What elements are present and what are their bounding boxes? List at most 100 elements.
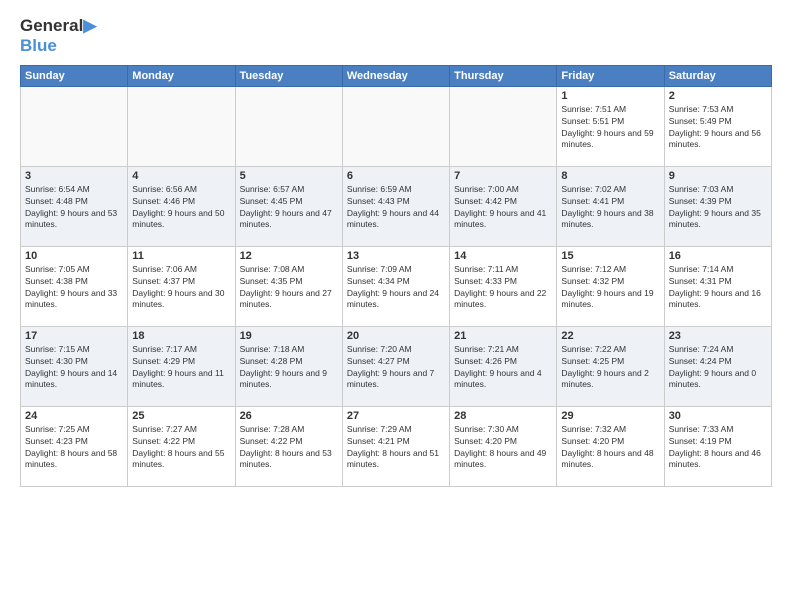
calendar-cell: 30 Sunrise: 7:33 AM Sunset: 4:19 PM Dayli… — [664, 406, 771, 486]
calendar-week-3: 10 Sunrise: 7:05 AM Sunset: 4:38 PM Dayli… — [21, 246, 772, 326]
calendar-cell: 11 Sunrise: 7:06 AM Sunset: 4:37 PM Dayli… — [128, 246, 235, 326]
day-number: 29 — [561, 410, 659, 422]
calendar-cell: 17 Sunrise: 7:15 AM Sunset: 4:30 PM Dayli… — [21, 326, 128, 406]
day-info: Sunrise: 7:17 AM Sunset: 4:29 PM Dayligh… — [132, 344, 230, 392]
day-number: 20 — [347, 330, 445, 342]
day-info: Sunrise: 7:09 AM Sunset: 4:34 PM Dayligh… — [347, 264, 445, 312]
logo-blue: Blue — [20, 36, 96, 56]
calendar-cell: 9 Sunrise: 7:03 AM Sunset: 4:39 PM Daylig… — [664, 166, 771, 246]
day-info: Sunrise: 7:05 AM Sunset: 4:38 PM Dayligh… — [25, 264, 123, 312]
day-info: Sunrise: 7:28 AM Sunset: 4:22 PM Dayligh… — [240, 424, 338, 472]
calendar-cell: 24Sunrise: 7:25 AM Sunset: 4:23 PM Dayli… — [21, 406, 128, 486]
day-info: Sunrise: 7:06 AM Sunset: 4:37 PM Dayligh… — [132, 264, 230, 312]
day-number: 19 — [240, 330, 338, 342]
day-info: Sunrise: 7:14 AM Sunset: 4:31 PM Dayligh… — [669, 264, 767, 312]
calendar-cell: 21 Sunrise: 7:21 AM Sunset: 4:26 PM Dayli… — [450, 326, 557, 406]
calendar-cell: 5 Sunrise: 6:57 AM Sunset: 4:45 PM Daylig… — [235, 166, 342, 246]
day-number: 7 — [454, 170, 552, 182]
calendar-cell: 8Sunrise: 7:02 AM Sunset: 4:41 PM Daylig… — [557, 166, 664, 246]
day-info: Sunrise: 6:57 AM Sunset: 4:45 PM Dayligh… — [240, 184, 338, 232]
day-info: Sunrise: 7:25 AM Sunset: 4:23 PM Dayligh… — [25, 424, 123, 472]
calendar-week-1: 1Sunrise: 7:51 AM Sunset: 5:51 PM Daylig… — [21, 86, 772, 166]
calendar-cell: 26 Sunrise: 7:28 AM Sunset: 4:22 PM Dayli… — [235, 406, 342, 486]
day-info: Sunrise: 6:54 AM Sunset: 4:48 PM Dayligh… — [25, 184, 123, 232]
day-number: 9 — [669, 170, 767, 182]
calendar-cell: 19 Sunrise: 7:18 AM Sunset: 4:28 PM Dayli… — [235, 326, 342, 406]
calendar-cell: 25 Sunrise: 7:27 AM Sunset: 4:22 PM Dayli… — [128, 406, 235, 486]
calendar-cell — [235, 86, 342, 166]
day-number: 4 — [132, 170, 230, 182]
day-number: 22 — [561, 330, 659, 342]
day-number: 13 — [347, 250, 445, 262]
day-number: 1 — [561, 90, 659, 102]
calendar-cell — [21, 86, 128, 166]
day-number: 2 — [669, 90, 767, 102]
logo: General▶ Blue — [20, 16, 96, 57]
day-number: 12 — [240, 250, 338, 262]
day-info: Sunrise: 6:59 AM Sunset: 4:43 PM Dayligh… — [347, 184, 445, 232]
calendar-body: 1Sunrise: 7:51 AM Sunset: 5:51 PM Daylig… — [21, 86, 772, 486]
day-info: Sunrise: 7:53 AM Sunset: 5:49 PM Dayligh… — [669, 104, 767, 152]
calendar-header-monday: Monday — [128, 65, 235, 86]
day-number: 14 — [454, 250, 552, 262]
day-info: Sunrise: 7:27 AM Sunset: 4:22 PM Dayligh… — [132, 424, 230, 472]
day-number: 30 — [669, 410, 767, 422]
calendar-cell: 29 Sunrise: 7:32 AM Sunset: 4:20 PM Dayli… — [557, 406, 664, 486]
day-number: 26 — [240, 410, 338, 422]
calendar-cell: 15 Sunrise: 7:12 AM Sunset: 4:32 PM Dayli… — [557, 246, 664, 326]
calendar-cell: 14 Sunrise: 7:11 AM Sunset: 4:33 PM Dayli… — [450, 246, 557, 326]
calendar-cell: 12 Sunrise: 7:08 AM Sunset: 4:35 PM Dayli… — [235, 246, 342, 326]
calendar-cell: 23Sunrise: 7:24 AM Sunset: 4:24 PM Dayli… — [664, 326, 771, 406]
day-number: 6 — [347, 170, 445, 182]
day-number: 27 — [347, 410, 445, 422]
day-info: Sunrise: 7:21 AM Sunset: 4:26 PM Dayligh… — [454, 344, 552, 392]
day-info: Sunrise: 7:03 AM Sunset: 4:39 PM Dayligh… — [669, 184, 767, 232]
day-info: Sunrise: 7:08 AM Sunset: 4:35 PM Dayligh… — [240, 264, 338, 312]
calendar-header-friday: Friday — [557, 65, 664, 86]
calendar-header-saturday: Saturday — [664, 65, 771, 86]
calendar-header-tuesday: Tuesday — [235, 65, 342, 86]
day-info: Sunrise: 7:18 AM Sunset: 4:28 PM Dayligh… — [240, 344, 338, 392]
day-number: 21 — [454, 330, 552, 342]
day-number: 3 — [25, 170, 123, 182]
calendar-cell: 22Sunrise: 7:22 AM Sunset: 4:25 PM Dayli… — [557, 326, 664, 406]
calendar: SundayMondayTuesdayWednesdayThursdayFrid… — [20, 65, 772, 487]
day-info: Sunrise: 7:32 AM Sunset: 4:20 PM Dayligh… — [561, 424, 659, 472]
day-info: Sunrise: 7:33 AM Sunset: 4:19 PM Dayligh… — [669, 424, 767, 472]
logo-text: General▶ — [20, 16, 96, 36]
calendar-cell — [450, 86, 557, 166]
day-number: 11 — [132, 250, 230, 262]
day-info: Sunrise: 7:12 AM Sunset: 4:32 PM Dayligh… — [561, 264, 659, 312]
day-info: Sunrise: 7:00 AM Sunset: 4:42 PM Dayligh… — [454, 184, 552, 232]
day-info: Sunrise: 7:29 AM Sunset: 4:21 PM Dayligh… — [347, 424, 445, 472]
calendar-cell: 20Sunrise: 7:20 AM Sunset: 4:27 PM Dayli… — [342, 326, 449, 406]
day-info: Sunrise: 7:02 AM Sunset: 4:41 PM Dayligh… — [561, 184, 659, 232]
day-number: 17 — [25, 330, 123, 342]
calendar-cell: 16 Sunrise: 7:14 AM Sunset: 4:31 PM Dayli… — [664, 246, 771, 326]
calendar-cell: 6 Sunrise: 6:59 AM Sunset: 4:43 PM Daylig… — [342, 166, 449, 246]
day-info: Sunrise: 7:15 AM Sunset: 4:30 PM Dayligh… — [25, 344, 123, 392]
calendar-cell: 7 Sunrise: 7:00 AM Sunset: 4:42 PM Daylig… — [450, 166, 557, 246]
calendar-week-2: 3 Sunrise: 6:54 AM Sunset: 4:48 PM Daylig… — [21, 166, 772, 246]
day-number: 16 — [669, 250, 767, 262]
calendar-cell: 28Sunrise: 7:30 AM Sunset: 4:20 PM Dayli… — [450, 406, 557, 486]
calendar-cell: 27 Sunrise: 7:29 AM Sunset: 4:21 PM Dayli… — [342, 406, 449, 486]
day-number: 25 — [132, 410, 230, 422]
day-info: Sunrise: 7:11 AM Sunset: 4:33 PM Dayligh… — [454, 264, 552, 312]
calendar-header-wednesday: Wednesday — [342, 65, 449, 86]
calendar-cell: 18 Sunrise: 7:17 AM Sunset: 4:29 PM Dayli… — [128, 326, 235, 406]
day-number: 5 — [240, 170, 338, 182]
day-number: 10 — [25, 250, 123, 262]
header: General▶ Blue — [20, 16, 772, 57]
calendar-header-thursday: Thursday — [450, 65, 557, 86]
calendar-cell: 2 Sunrise: 7:53 AM Sunset: 5:49 PM Daylig… — [664, 86, 771, 166]
calendar-cell — [128, 86, 235, 166]
calendar-week-5: 24Sunrise: 7:25 AM Sunset: 4:23 PM Dayli… — [21, 406, 772, 486]
day-info: Sunrise: 7:30 AM Sunset: 4:20 PM Dayligh… — [454, 424, 552, 472]
page: General▶ Blue SundayMondayTuesdayWednesd… — [0, 0, 792, 612]
day-info: Sunrise: 6:56 AM Sunset: 4:46 PM Dayligh… — [132, 184, 230, 232]
day-number: 18 — [132, 330, 230, 342]
day-info: Sunrise: 7:24 AM Sunset: 4:24 PM Dayligh… — [669, 344, 767, 392]
day-number: 15 — [561, 250, 659, 262]
calendar-cell: 1Sunrise: 7:51 AM Sunset: 5:51 PM Daylig… — [557, 86, 664, 166]
